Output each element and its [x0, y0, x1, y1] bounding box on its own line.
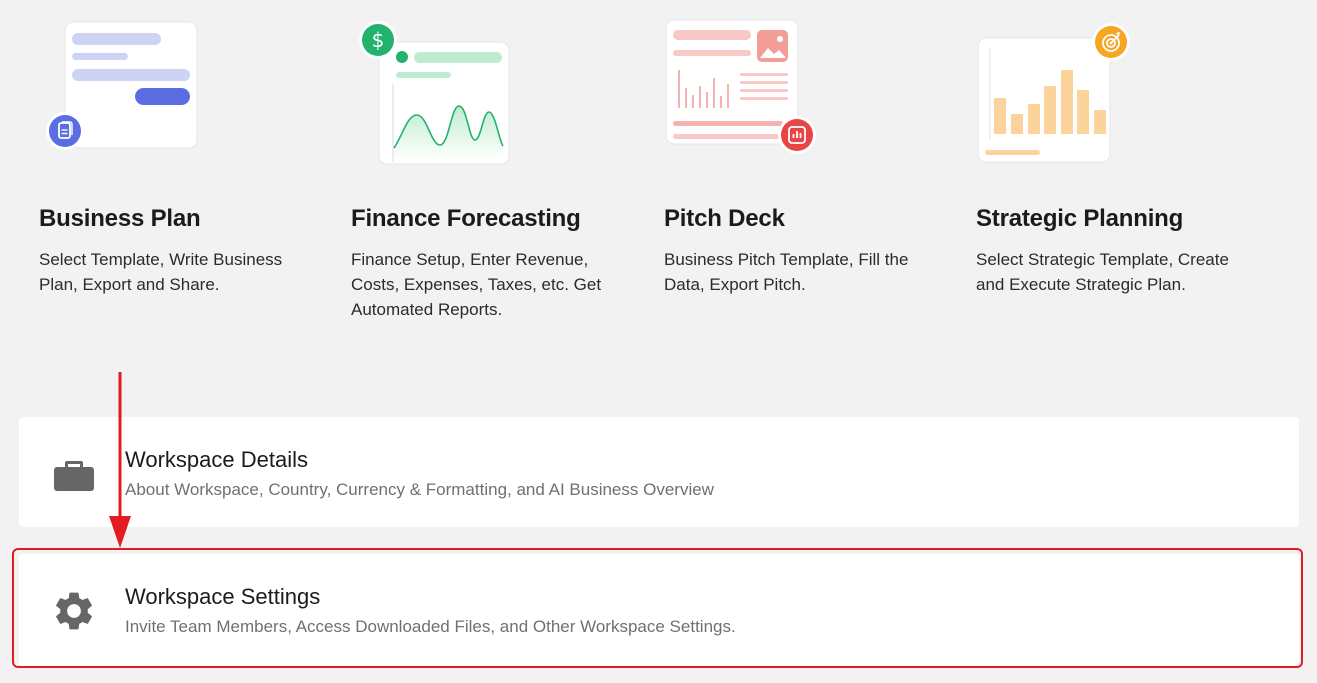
finance-forecasting-card[interactable]: $ Finance Forecasting Finance Setup, Ent…: [351, 0, 663, 340]
business-plan-illustration: [39, 0, 351, 180]
svg-text:$: $: [372, 28, 385, 52]
row-title: Workspace Settings: [125, 584, 321, 609]
row-title: Workspace Details: [125, 447, 308, 472]
tile-description: Business Pitch Template, Fill the Data, …: [664, 250, 909, 294]
pitch-deck-card[interactable]: Pitch Deck Business Pitch Template, Fill…: [664, 0, 976, 340]
target-badge-icon: [1092, 23, 1130, 61]
tile-description: Finance Setup, Enter Revenue, Costs, Exp…: [351, 250, 602, 319]
workspace-details-row[interactable]: Workspace Details About Workspace, Count…: [19, 417, 1299, 527]
tile-title: Strategic Planning: [976, 205, 1184, 232]
tile-description: Select Strategic Template, Create and Ex…: [976, 250, 1229, 294]
tile-title: Business Plan: [39, 205, 201, 232]
briefcase-icon: [54, 461, 94, 491]
row-subtitle: Invite Team Members, Access Downloaded F…: [125, 617, 736, 636]
tile-title: Pitch Deck: [664, 205, 785, 232]
strategic-planning-illustration: [976, 0, 1288, 180]
business-plan-card[interactable]: Business Plan Select Template, Write Bus…: [39, 0, 351, 340]
workspace-settings-row[interactable]: Workspace Settings Invite Team Members, …: [19, 554, 1299, 666]
row-subtitle: About Workspace, Country, Currency & For…: [125, 480, 714, 499]
chart-badge-icon: [778, 116, 816, 154]
gear-icon: [56, 592, 92, 630]
tile-title: Finance Forecasting: [351, 205, 581, 232]
dollar-badge-icon: $: [359, 21, 397, 59]
strategic-planning-card[interactable]: Strategic Planning Select Strategic Temp…: [976, 0, 1288, 340]
tile-description: Select Template, Write Business Plan, Ex…: [39, 250, 283, 294]
document-badge-icon: [46, 112, 84, 150]
pitch-deck-illustration: [664, 0, 976, 180]
finance-forecasting-illustration: $: [351, 0, 663, 180]
